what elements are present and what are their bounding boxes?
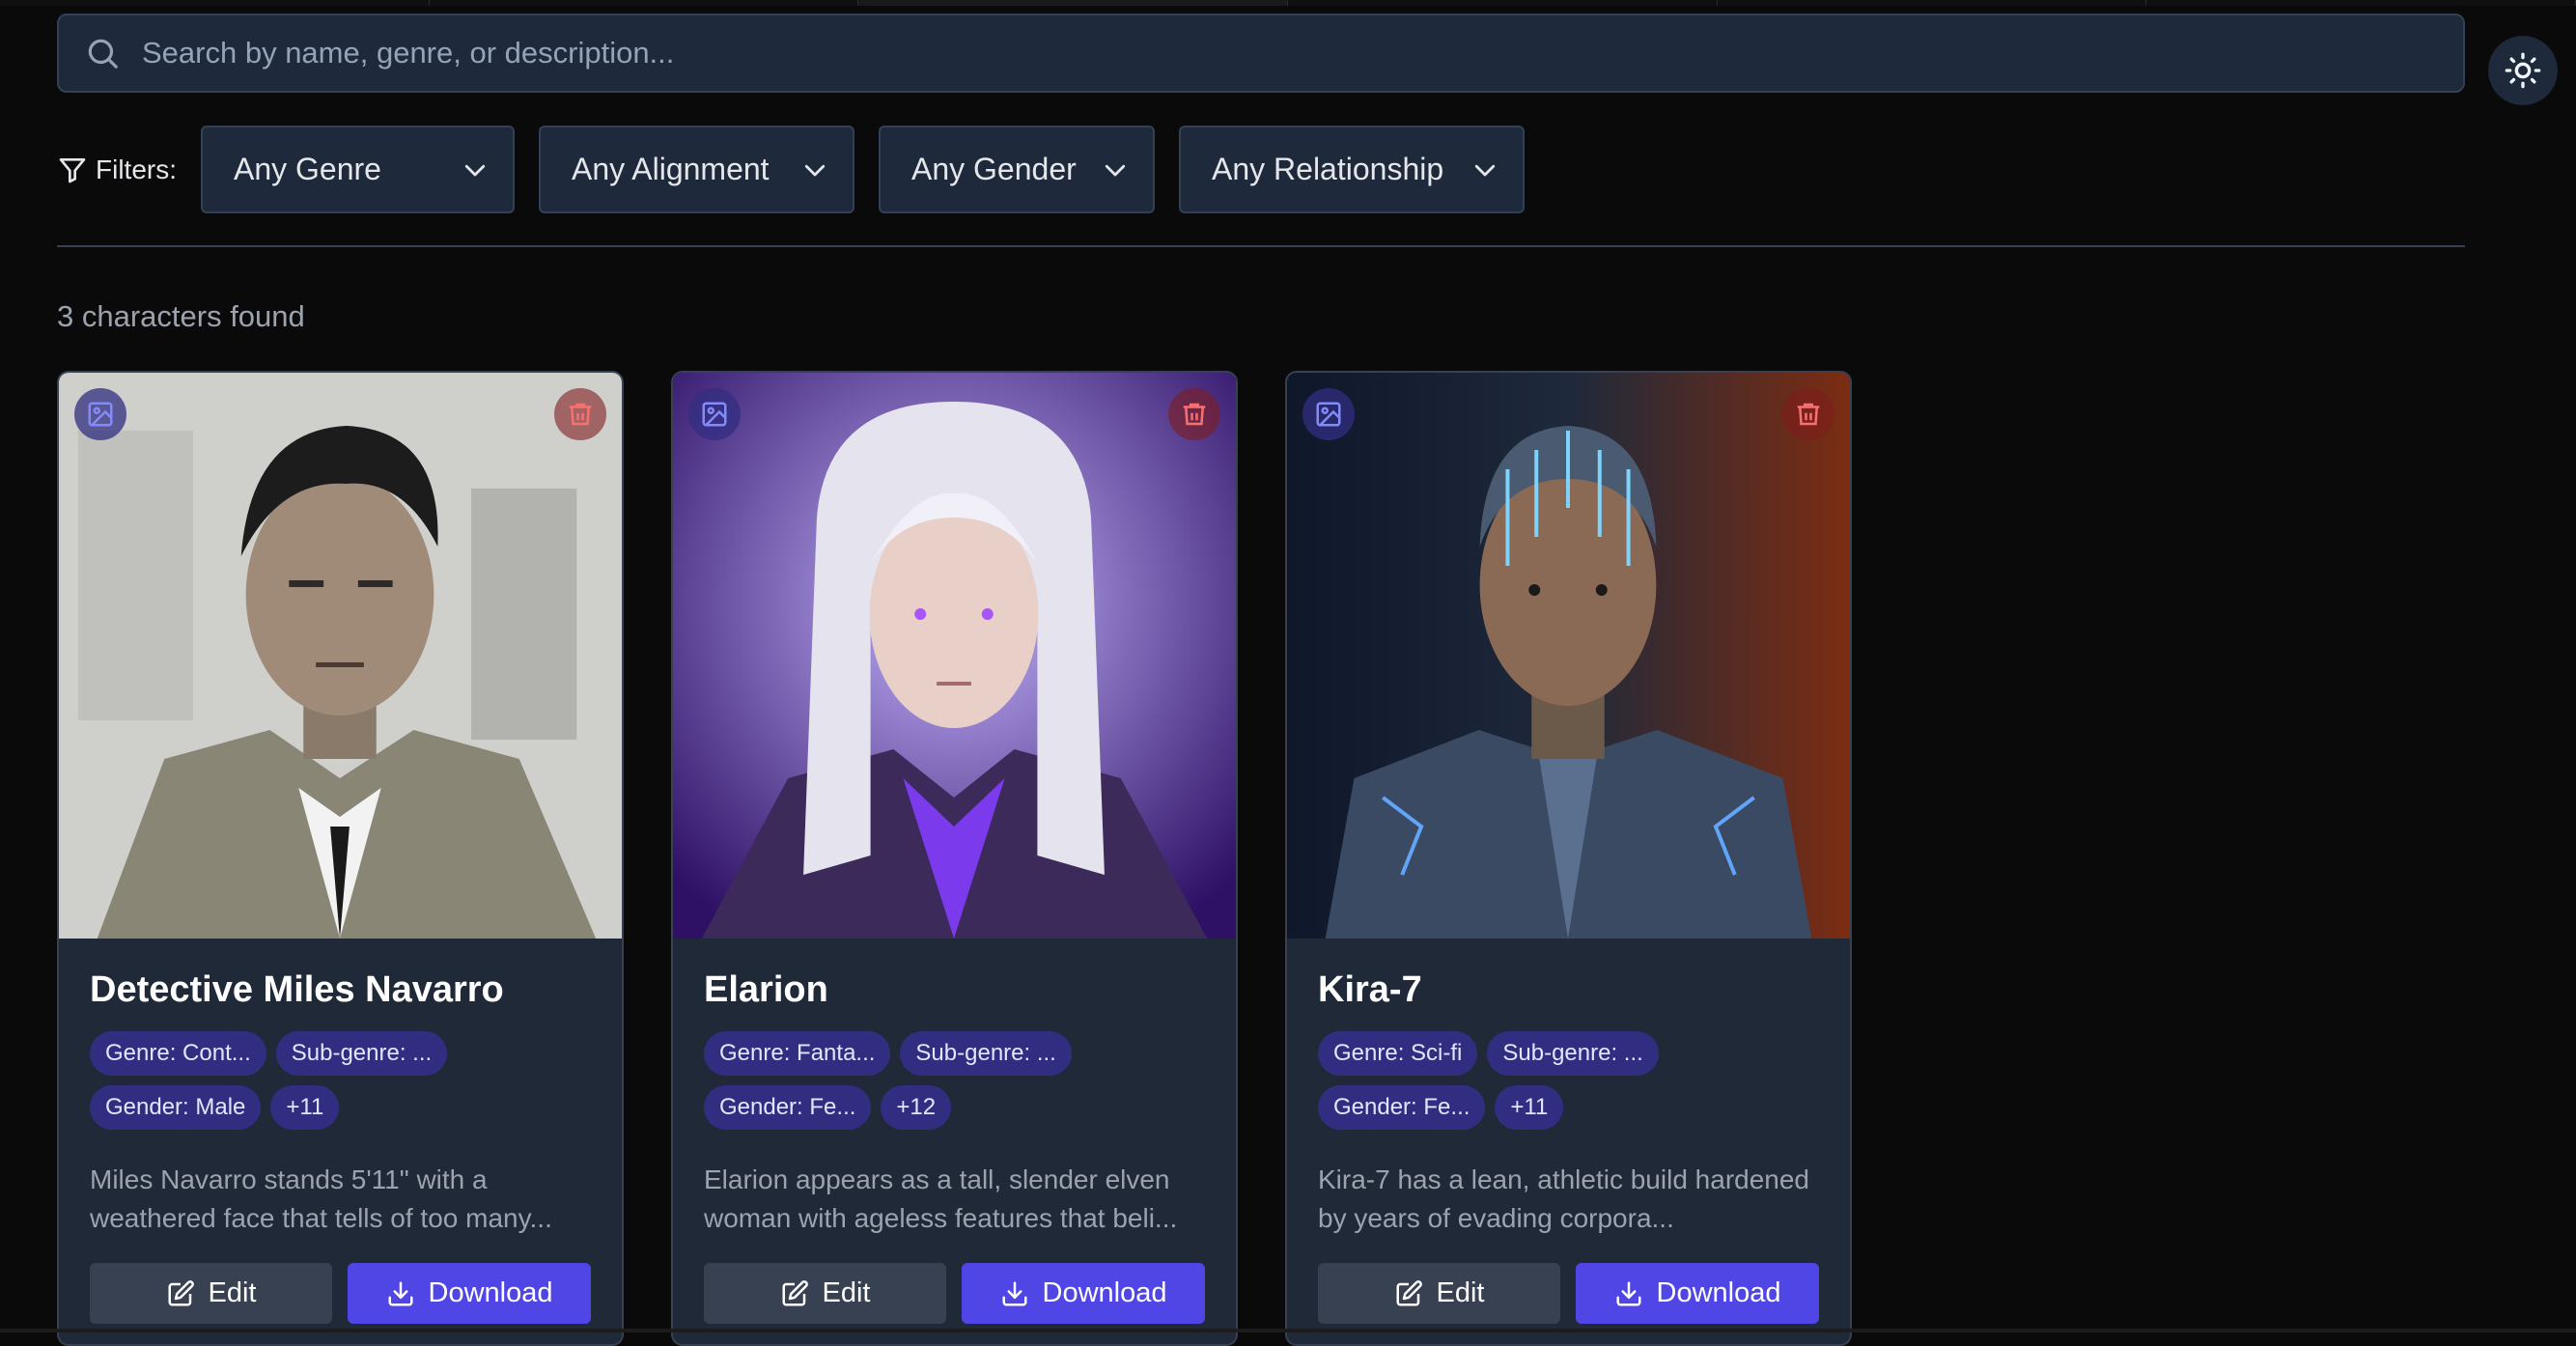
trash-icon — [1797, 403, 1820, 426]
download-icon — [388, 1281, 412, 1305]
edit-button-label: Edit — [208, 1277, 257, 1308]
theme-toggle-button[interactable] — [2488, 36, 2558, 105]
gender-tag: Gender: Male — [90, 1085, 262, 1130]
more-tags-badge[interactable]: +12 — [881, 1085, 952, 1130]
search-input[interactable] — [121, 15, 2463, 91]
image-icon — [88, 402, 113, 427]
filter-icon — [59, 157, 86, 182]
tab-segment — [1288, 0, 1718, 6]
character-portrait — [673, 373, 1236, 939]
window-bottom-edge — [0, 1329, 2576, 1332]
character-name: Detective Miles Navarro — [90, 969, 504, 1010]
trash-icon — [569, 403, 592, 426]
relationship-select-value: Any Relationship — [1212, 152, 1444, 186]
download-button[interactable]: Download — [1576, 1263, 1819, 1324]
portrait-image — [59, 373, 622, 939]
genre-select-value: Any Genre — [234, 152, 381, 186]
subgenre-tag: Sub-genre: ... — [275, 1031, 448, 1076]
character-name: Kira-7 — [1318, 969, 1422, 1010]
character-description: Kira-7 has a lean, athletic build harden… — [1318, 1164, 1810, 1233]
tag-list: Genre: Cont... Sub-genre: ... Gender: Ma… — [90, 1031, 505, 1139]
trash-icon — [1183, 403, 1206, 426]
change-image-button[interactable] — [1302, 388, 1355, 440]
download-button[interactable]: Download — [962, 1263, 1205, 1324]
results-count: 3 characters found — [57, 299, 305, 333]
browser-tab-strip — [0, 0, 2576, 6]
gender-tag: Gender: Fe... — [704, 1085, 872, 1130]
character-card[interactable]: Detective Miles Navarro Genre: Cont... S… — [57, 371, 624, 1346]
search-bar — [57, 14, 2465, 93]
chevron-down-icon — [1105, 164, 1126, 176]
chevron-down-icon — [464, 164, 486, 176]
gender-select-value: Any Gender — [911, 152, 1077, 186]
edit-button-label: Edit — [822, 1277, 871, 1308]
download-button-label: Download — [1042, 1277, 1167, 1308]
filters-label-text: Filters: — [96, 154, 177, 184]
edit-button[interactable]: Edit — [1318, 1263, 1560, 1324]
tab-segment — [0, 0, 430, 6]
edit-icon — [782, 1279, 808, 1305]
image-icon — [702, 402, 727, 427]
tab-segment — [1717, 0, 2147, 6]
edit-button[interactable]: Edit — [704, 1263, 946, 1324]
delete-button[interactable] — [554, 388, 606, 440]
filters-bar: Filters: Any Genre Any Alignment Any Gen… — [57, 126, 1525, 213]
alignment-select-value: Any Alignment — [572, 152, 770, 186]
tab-segment — [2146, 0, 2576, 6]
character-description: Miles Navarro stands 5'11" with a weathe… — [90, 1164, 552, 1233]
delete-button[interactable] — [1782, 388, 1834, 440]
chevron-down-icon — [1474, 164, 1496, 176]
more-tags-badge[interactable]: +11 — [270, 1085, 340, 1130]
download-button-label: Download — [428, 1277, 553, 1308]
download-button-label: Download — [1656, 1277, 1781, 1308]
portrait-image — [1287, 373, 1850, 939]
gender-select[interactable]: Any Gender — [879, 126, 1155, 213]
tag-list: Genre: Fanta... Sub-genre: ... Gender: F… — [704, 1031, 1119, 1139]
subgenre-tag: Sub-genre: ... — [900, 1031, 1072, 1076]
character-name: Elarion — [704, 969, 828, 1010]
change-image-button[interactable] — [688, 388, 741, 440]
subgenre-tag: Sub-genre: ... — [1487, 1031, 1659, 1076]
tab-segment — [429, 0, 859, 6]
divider — [57, 245, 2465, 247]
filters-label: Filters: — [57, 154, 177, 185]
character-description: Elarion appears as a tall, slender elven… — [704, 1164, 1178, 1233]
sun-icon — [2505, 52, 2541, 89]
download-icon — [1002, 1281, 1026, 1305]
genre-tag: Genre: Cont... — [90, 1031, 266, 1076]
character-card[interactable]: Elarion Genre: Fanta... Sub-genre: ... G… — [671, 371, 1238, 1346]
alignment-select[interactable]: Any Alignment — [539, 126, 854, 213]
download-icon — [1616, 1281, 1640, 1305]
edit-button[interactable]: Edit — [90, 1263, 332, 1324]
genre-tag: Genre: Sci-fi — [1318, 1031, 1478, 1076]
more-tags-badge[interactable]: +11 — [1495, 1085, 1564, 1130]
delete-button[interactable] — [1168, 388, 1220, 440]
chevron-down-icon — [804, 164, 826, 176]
edit-icon — [168, 1279, 194, 1305]
search-icon — [88, 39, 118, 69]
character-portrait — [1287, 373, 1850, 939]
image-icon — [1316, 402, 1341, 427]
gender-tag: Gender: Fe... — [1318, 1085, 1486, 1130]
character-portrait — [59, 373, 622, 939]
character-card[interactable]: Kira-7 Genre: Sci-fi Sub-genre: ... Gend… — [1285, 371, 1852, 1346]
tag-list: Genre: Sci-fi Sub-genre: ... Gender: Fe.… — [1318, 1031, 1733, 1139]
genre-tag: Genre: Fanta... — [704, 1031, 891, 1076]
portrait-image — [673, 373, 1236, 939]
relationship-select[interactable]: Any Relationship — [1179, 126, 1525, 213]
edit-icon — [1396, 1279, 1422, 1305]
tab-segment-active — [858, 0, 1289, 6]
change-image-button[interactable] — [74, 388, 126, 440]
edit-button-label: Edit — [1436, 1277, 1485, 1308]
download-button[interactable]: Download — [348, 1263, 591, 1324]
genre-select[interactable]: Any Genre — [201, 126, 515, 213]
